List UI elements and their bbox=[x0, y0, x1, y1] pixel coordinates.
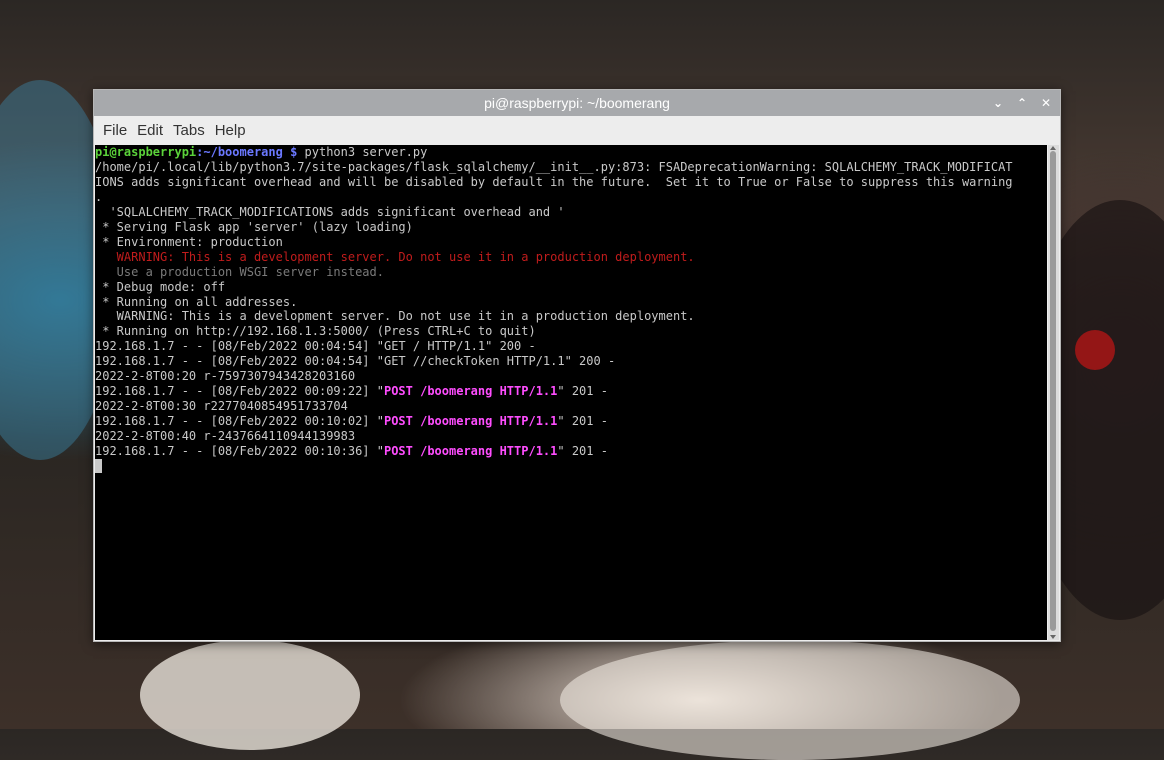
maximize-button[interactable]: ⌃ bbox=[1014, 94, 1030, 112]
post-request: POST /boomerang HTTP/1.1 bbox=[383, 414, 558, 429]
output-line: 2022-2-8T00:30 r2277040854951733704 bbox=[95, 399, 348, 414]
command-line: pi@raspberrypi:~/boomerang $ python3 ser… bbox=[95, 145, 1047, 160]
output-line: . bbox=[95, 189, 103, 204]
output-line: WARNING: This is a development server. D… bbox=[95, 309, 695, 324]
log-line: 192.168.1.7 - - [08/Feb/2022 00:10:02] "… bbox=[95, 414, 1047, 429]
vertical-scrollbar[interactable] bbox=[1048, 145, 1059, 640]
wallpaper-shape bbox=[140, 640, 360, 750]
log-line: 192.168.1.7 - - [08/Feb/2022 00:04:54] "… bbox=[95, 354, 616, 369]
log-line: 192.168.1.7 - - [08/Feb/2022 00:09:22] "… bbox=[95, 384, 1047, 399]
warning-line: WARNING: This is a development server. D… bbox=[95, 249, 695, 264]
log-prefix: 192.168.1.7 - - [08/Feb/2022 00:10:02] " bbox=[95, 414, 384, 429]
cursor-line bbox=[95, 459, 1047, 474]
prompt-user: pi@raspberrypi bbox=[95, 145, 197, 159]
title-bar[interactable]: pi@raspberrypi: ~/boomerang ⌄ ⌃ ✕ bbox=[94, 90, 1060, 116]
chevron-up-icon: ⌃ bbox=[1016, 96, 1028, 110]
output-line: * Serving Flask app 'server' (lazy loadi… bbox=[95, 219, 413, 234]
output-line: * Environment: production bbox=[95, 234, 283, 249]
close-button[interactable]: ✕ bbox=[1038, 94, 1054, 112]
terminal-window[interactable]: pi@raspberrypi: ~/boomerang ⌄ ⌃ ✕ File E… bbox=[93, 89, 1061, 642]
wallpaper-shape bbox=[1075, 330, 1115, 370]
command-text: python3 server.py bbox=[297, 145, 428, 159]
menu-file[interactable]: File bbox=[98, 122, 132, 139]
menu-tabs[interactable]: Tabs bbox=[168, 122, 210, 139]
log-suffix: " 201 - bbox=[557, 444, 608, 459]
terminal-cursor bbox=[95, 459, 102, 474]
output-line: Use a production WSGI server instead. bbox=[95, 264, 384, 279]
output-line: IONS adds significant overhead and will … bbox=[95, 174, 1013, 189]
menu-bar: File Edit Tabs Help bbox=[94, 116, 1060, 144]
scroll-up-icon[interactable] bbox=[1050, 146, 1056, 150]
log-prefix: 192.168.1.7 - - [08/Feb/2022 00:09:22] " bbox=[95, 384, 384, 399]
output-line: * Running on http://192.168.1.3:5000/ (P… bbox=[95, 324, 536, 339]
output-line: 2022-2-8T00:20 r-7597307943428203160 bbox=[95, 369, 356, 384]
log-suffix: " 201 - bbox=[557, 414, 608, 429]
chevron-down-icon: ⌄ bbox=[992, 96, 1004, 110]
output-line: * Running on all addresses. bbox=[95, 294, 298, 309]
output-line: 2022-2-8T00:40 r-2437664110944139983 bbox=[95, 429, 356, 444]
scroll-down-icon[interactable] bbox=[1050, 635, 1056, 639]
prompt-path: :~/boomerang $ bbox=[196, 145, 298, 159]
scrollbar-thumb[interactable] bbox=[1050, 151, 1056, 631]
output-line: * Debug mode: off bbox=[95, 279, 226, 294]
window-controls: ⌄ ⌃ ✕ bbox=[990, 94, 1054, 112]
post-request: POST /boomerang HTTP/1.1 bbox=[383, 384, 558, 399]
close-icon: ✕ bbox=[1040, 96, 1052, 110]
log-line: 192.168.1.7 - - [08/Feb/2022 00:10:36] "… bbox=[95, 444, 1047, 459]
log-suffix: " 201 - bbox=[557, 384, 608, 399]
log-prefix: 192.168.1.7 - - [08/Feb/2022 00:10:36] " bbox=[95, 444, 384, 459]
window-title: pi@raspberrypi: ~/boomerang bbox=[484, 95, 670, 111]
post-request: POST /boomerang HTTP/1.1 bbox=[383, 444, 558, 459]
log-line: 192.168.1.7 - - [08/Feb/2022 00:04:54] "… bbox=[95, 339, 536, 354]
minimize-button[interactable]: ⌄ bbox=[990, 94, 1006, 112]
terminal-output[interactable]: pi@raspberrypi:~/boomerang $ python3 ser… bbox=[95, 145, 1047, 640]
wallpaper-shape bbox=[560, 640, 1020, 760]
menu-edit[interactable]: Edit bbox=[132, 122, 168, 139]
output-line: /home/pi/.local/lib/python3.7/site-packa… bbox=[95, 159, 1013, 174]
output-line: 'SQLALCHEMY_TRACK_MODIFICATIONS adds sig… bbox=[95, 204, 565, 219]
menu-help[interactable]: Help bbox=[210, 122, 251, 139]
